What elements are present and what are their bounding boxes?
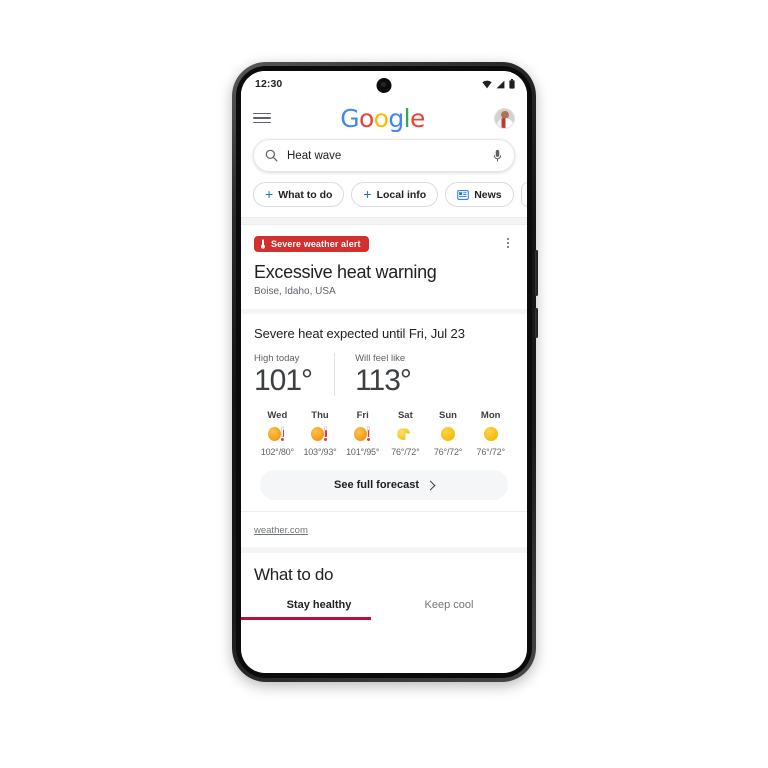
what-to-do-card: What to do Stay healthy Keep cool (241, 547, 527, 621)
status-icons (482, 79, 515, 89)
forecast-day[interactable]: Thu 103°/93° (299, 410, 342, 457)
high-today-block: High today 101° (254, 353, 334, 397)
feels-like-block: Will feel like 113° (334, 352, 433, 397)
sun-thermometer-icon (310, 425, 330, 443)
status-badge: Severe weather alert (254, 236, 369, 252)
feels-like-value: 113° (355, 363, 412, 397)
sunny-icon (481, 425, 501, 443)
day-name: Sat (397, 410, 413, 422)
account-avatar[interactable] (494, 107, 515, 129)
logo-letter-G: G (340, 103, 359, 133)
phone-screen: 12:30 Google Heat wave + What to do + Lo… (241, 71, 527, 673)
phone-device-frame: 12:30 Google Heat wave + What to do + Lo… (232, 62, 538, 682)
day-temp: 103°/93° (303, 447, 337, 458)
day-temp: 101°/95° (346, 447, 380, 458)
day-name: Wed (267, 410, 288, 422)
microphone-icon[interactable] (492, 149, 503, 163)
chip-label: What to do (278, 188, 333, 201)
source-attribution-row: weather.com (241, 511, 527, 547)
forecast-day[interactable]: Wed 102°/80° (256, 410, 299, 457)
kebab-menu-icon[interactable] (502, 238, 514, 248)
what-to-do-title: What to do (254, 565, 334, 585)
chip-label: News (474, 188, 502, 201)
partly-sunny-icon (395, 425, 415, 443)
day-temp: 102°/80° (260, 447, 294, 458)
what-to-do-tabs: Stay healthy Keep cool (241, 599, 514, 621)
day-name: Mon (480, 410, 501, 422)
plus-icon: + (265, 186, 274, 202)
search-icon (265, 149, 278, 162)
page-title: Excessive heat warning (254, 262, 437, 282)
chip-partial-offscreen[interactable] (520, 182, 527, 207)
forecast-day[interactable]: Sun 76°/72° (427, 410, 470, 457)
cellular-signal-icon (496, 80, 505, 89)
active-tab-indicator (241, 617, 371, 621)
see-full-forecast-label: See full forecast (334, 479, 419, 492)
sunny-icon (438, 425, 458, 443)
logo-letter-o2: o (373, 103, 389, 133)
hamburger-menu-icon[interactable] (253, 112, 271, 124)
google-logo: Google (271, 106, 494, 131)
thermometer-icon (260, 239, 266, 249)
logo-letter-e: e (410, 103, 425, 133)
high-today-value: 101° (254, 363, 313, 397)
volume-button[interactable] (535, 250, 538, 296)
day-name: Sun (439, 410, 457, 422)
status-bar: 12:30 (241, 71, 527, 97)
badge-label: Severe weather alert (271, 239, 361, 249)
tab-keep-cool[interactable]: Keep cool (384, 599, 514, 620)
chip-what-to-do[interactable]: + What to do (253, 182, 345, 207)
google-app-header: Google (241, 97, 527, 139)
forecast-day[interactable]: Mon 76°/72° (469, 410, 512, 457)
forecast-headline: Severe heat expected until Fri, Jul 23 (254, 325, 465, 341)
search-bar-container: Heat wave (241, 139, 527, 180)
chip-local-info[interactable]: + Local info (351, 182, 439, 207)
source-link[interactable]: weather.com (254, 525, 308, 536)
forecast-day[interactable]: Fri 101°/95° (341, 410, 384, 457)
high-today-label: High today (254, 352, 300, 364)
screenshot-canvas: 12:30 Google Heat wave + What to do + Lo… (0, 0, 768, 768)
battery-icon (509, 79, 515, 89)
filter-chips-row[interactable]: + What to do + Local info News (241, 180, 527, 217)
chip-label: Local info (376, 188, 427, 201)
day-temp: 76°/72° (433, 447, 463, 458)
daily-forecast-row: Wed 102°/80° Thu 103°/93° Fri 101°/95° S… (254, 406, 514, 457)
day-name: Fri (356, 410, 369, 422)
logo-letter-o1: o (358, 103, 374, 133)
section-separator (241, 217, 527, 225)
severe-weather-alert-card: Severe weather alert Excessive heat warn… (241, 225, 527, 309)
temperature-summary: High today 101° Will feel like 113° (254, 352, 514, 397)
search-input[interactable]: Heat wave (287, 150, 483, 162)
see-full-forecast-button[interactable]: See full forecast (260, 470, 508, 501)
sun-thermometer-icon (353, 425, 373, 443)
sun-thermometer-icon (267, 425, 287, 443)
news-icon (457, 189, 469, 200)
chevron-right-icon (425, 480, 436, 491)
forecast-day[interactable]: Sat 76°/72° (384, 410, 427, 457)
power-button[interactable] (535, 308, 538, 338)
status-time: 12:30 (255, 78, 283, 90)
day-temp: 76°/72° (391, 447, 420, 458)
day-name: Thu (311, 410, 329, 422)
plus-icon: + (363, 186, 372, 202)
wifi-icon (482, 80, 492, 89)
chip-news[interactable]: News (445, 182, 514, 207)
feels-like-label: Will feel like (355, 352, 406, 364)
forecast-card: Severe heat expected until Fri, Jul 23 H… (241, 313, 527, 512)
search-bar[interactable]: Heat wave (253, 139, 515, 172)
day-temp: 76°/72° (476, 447, 506, 458)
alert-location: Boise, Idaho, USA (254, 285, 336, 297)
front-camera-punch-hole (376, 78, 392, 93)
logo-letter-g: g (388, 103, 404, 133)
